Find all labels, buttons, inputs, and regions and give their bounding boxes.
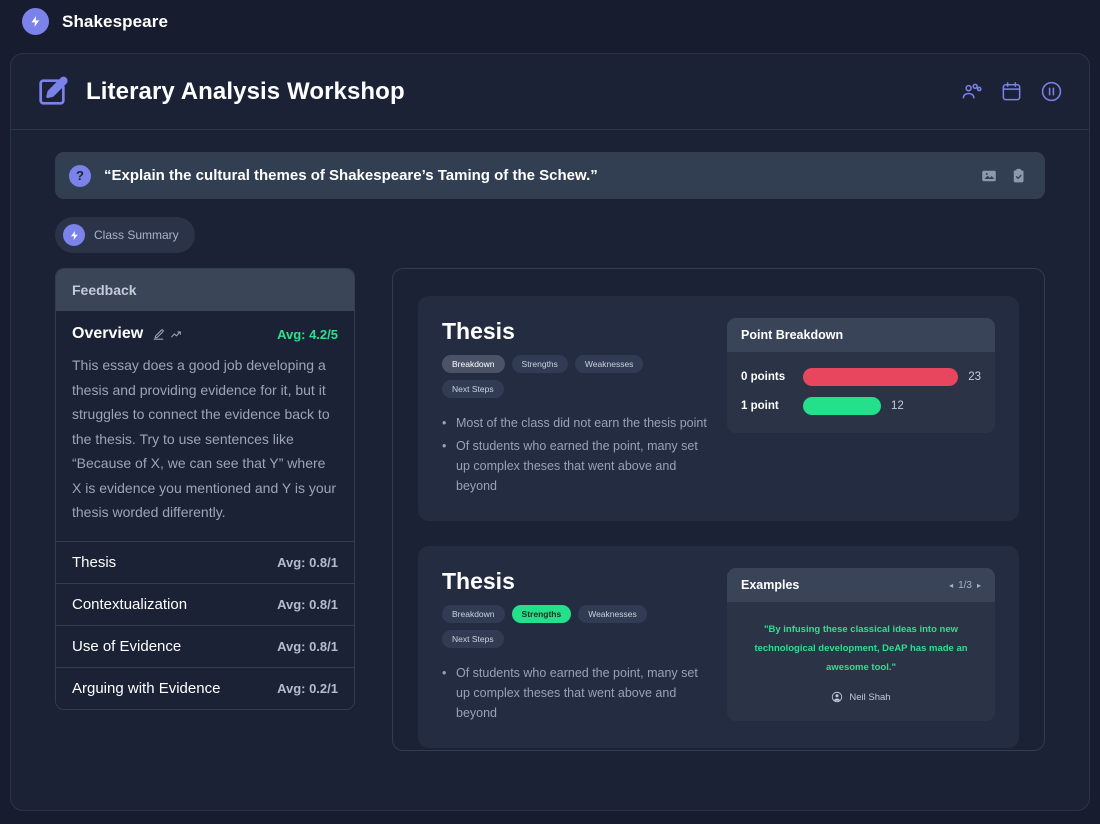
- criteria-row-thesis[interactable]: Thesis Avg: 0.8/1: [56, 541, 354, 584]
- app-header: Literary Analysis Workshop: [11, 54, 1089, 130]
- tab-weaknesses[interactable]: Weaknesses: [574, 355, 644, 373]
- thesis-card-breakdown: Thesis Breakdown Strengths Weaknesses Ne…: [418, 296, 1019, 521]
- example-index: 1/3: [958, 579, 972, 591]
- overview-average: Avg: 4.2/5: [277, 326, 338, 342]
- tab-breakdown[interactable]: Breakdown: [442, 605, 505, 623]
- avatar: [832, 691, 843, 703]
- example-author: Neil Shah: [741, 691, 981, 703]
- tab-breakdown[interactable]: Breakdown: [442, 355, 505, 373]
- overview-icons: [152, 328, 183, 341]
- criteria-name: Contextualization: [72, 595, 188, 613]
- prev-example-button[interactable]: ◂: [949, 581, 953, 590]
- point-breakdown-title: Point Breakdown: [741, 328, 844, 342]
- bar-row-zero-points: 0 points 23: [741, 368, 981, 386]
- card-content: Thesis Breakdown Strengths Weaknesses Ne…: [442, 568, 707, 726]
- criteria-row-arguing-with-evidence[interactable]: Arguing with Evidence Avg: 0.2/1: [56, 667, 354, 709]
- people-icon[interactable]: [960, 80, 983, 103]
- clipboard-check-icon[interactable]: [1010, 167, 1028, 185]
- point-breakdown-body: 0 points 23 1 point 12: [727, 352, 995, 433]
- list-item: Of students who earned the point, many s…: [442, 663, 707, 723]
- examples-title: Examples: [741, 578, 800, 592]
- app-card: Literary Analysis Workshop ? “Explain th…: [10, 53, 1090, 811]
- class-summary-chip[interactable]: Class Summary: [55, 217, 195, 253]
- class-summary-label: Class Summary: [94, 228, 179, 242]
- point-breakdown-header: Point Breakdown: [727, 318, 995, 352]
- card-title: Thesis: [442, 318, 515, 344]
- brand-bar: Shakespeare: [0, 0, 1100, 43]
- page-title: Literary Analysis Workshop: [86, 77, 405, 105]
- feedback-panel: Feedback Overview Avg: 4.2/5 This essay …: [55, 268, 355, 710]
- card-title: Thesis: [442, 568, 515, 594]
- overview-title: Overview: [72, 325, 144, 342]
- brand-name: Shakespeare: [62, 11, 169, 31]
- card-bullets: Most of the class did not earn the thesi…: [442, 413, 707, 496]
- bar-label: 1 point: [741, 400, 779, 412]
- bar-fill: [803, 397, 881, 415]
- criteria-name: Thesis: [72, 553, 117, 571]
- bolt-icon: [63, 224, 85, 246]
- header-actions: [960, 80, 1063, 103]
- bar-row-one-point: 1 point 12: [741, 397, 981, 415]
- criteria-average: Avg: 0.2/1: [277, 680, 338, 696]
- edit-pencil-icon[interactable]: [152, 328, 165, 341]
- criteria-average: Avg: 0.8/1: [277, 638, 338, 654]
- detail-panel: Thesis Breakdown Strengths Weaknesses Ne…: [392, 268, 1045, 751]
- criteria-average: Avg: 0.8/1: [277, 596, 338, 612]
- criteria-row-use-of-evidence[interactable]: Use of Evidence Avg: 0.8/1: [56, 625, 354, 668]
- help-icon: ?: [69, 164, 91, 187]
- tab-next-steps[interactable]: Next Steps: [442, 630, 504, 648]
- criteria-name: Use of Evidence: [72, 637, 182, 655]
- calendar-icon[interactable]: [1000, 80, 1023, 103]
- question-actions: [980, 167, 1028, 185]
- point-breakdown-panel: Point Breakdown 0 points 23 1 point 12: [727, 318, 995, 433]
- examples-panel: Examples ◂ 1/3 ▸ "By infusing these clas…: [727, 568, 995, 721]
- examples-pager: ◂ 1/3 ▸: [949, 580, 981, 591]
- criteria-list: Thesis Avg: 0.8/1 Contextualization Avg:…: [56, 541, 354, 709]
- thesis-card-strengths: Thesis Breakdown Strengths Weaknesses Ne…: [418, 546, 1019, 748]
- feedback-header: Feedback: [56, 269, 354, 311]
- bar-fill: [803, 368, 959, 386]
- criteria-name: Arguing with Evidence: [72, 679, 221, 697]
- criteria-average: Avg: 0.8/1: [277, 554, 338, 570]
- bar-value: 23: [968, 371, 981, 383]
- card-bullets: Of students who earned the point, many s…: [442, 663, 707, 723]
- examples-header: Examples ◂ 1/3 ▸: [727, 568, 995, 602]
- question-bar: ? “Explain the cultural themes of Shakes…: [55, 152, 1045, 199]
- overview-header: Overview Avg: 4.2/5: [72, 325, 338, 343]
- app-body: ? “Explain the cultural themes of Shakes…: [11, 130, 1089, 751]
- tab-weaknesses[interactable]: Weaknesses: [578, 605, 647, 623]
- trending-up-icon[interactable]: [170, 328, 183, 341]
- image-icon[interactable]: [980, 167, 998, 185]
- examples-body: "By infusing these classical ideas into …: [727, 602, 995, 721]
- bolt-icon: [22, 8, 49, 35]
- tab-strengths[interactable]: Strengths: [511, 605, 572, 623]
- overview-body: This essay does a good job developing a …: [72, 357, 337, 520]
- card-tabs: Breakdown Strengths Weaknesses Next Step…: [442, 355, 707, 398]
- author-name: Neil Shah: [849, 691, 891, 703]
- bar-label: 0 points: [741, 371, 786, 383]
- next-example-button[interactable]: ▸: [977, 581, 981, 590]
- card-content: Thesis Breakdown Strengths Weaknesses Ne…: [442, 318, 707, 499]
- overview-section: Overview Avg: 4.2/5 This essay does a go…: [56, 311, 354, 542]
- bar-value: 12: [891, 400, 904, 412]
- tab-next-steps[interactable]: Next Steps: [442, 380, 504, 398]
- chip-row: Class Summary: [55, 217, 1045, 253]
- pause-circle-icon[interactable]: [1040, 80, 1063, 103]
- card-tabs: Breakdown Strengths Weaknesses Next Step…: [442, 605, 707, 648]
- criteria-row-contextualization[interactable]: Contextualization Avg: 0.8/1: [56, 583, 354, 626]
- list-item: Of students who earned the point, many s…: [442, 436, 707, 496]
- example-quote: "By infusing these classical ideas into …: [754, 624, 968, 673]
- edit-square-icon[interactable]: [35, 75, 69, 109]
- list-item: Most of the class did not earn the thesi…: [442, 413, 707, 433]
- question-text: “Explain the cultural themes of Shakespe…: [104, 167, 598, 184]
- content-columns: Feedback Overview Avg: 4.2/5 This essay …: [55, 268, 1045, 751]
- tab-strengths[interactable]: Strengths: [511, 355, 568, 373]
